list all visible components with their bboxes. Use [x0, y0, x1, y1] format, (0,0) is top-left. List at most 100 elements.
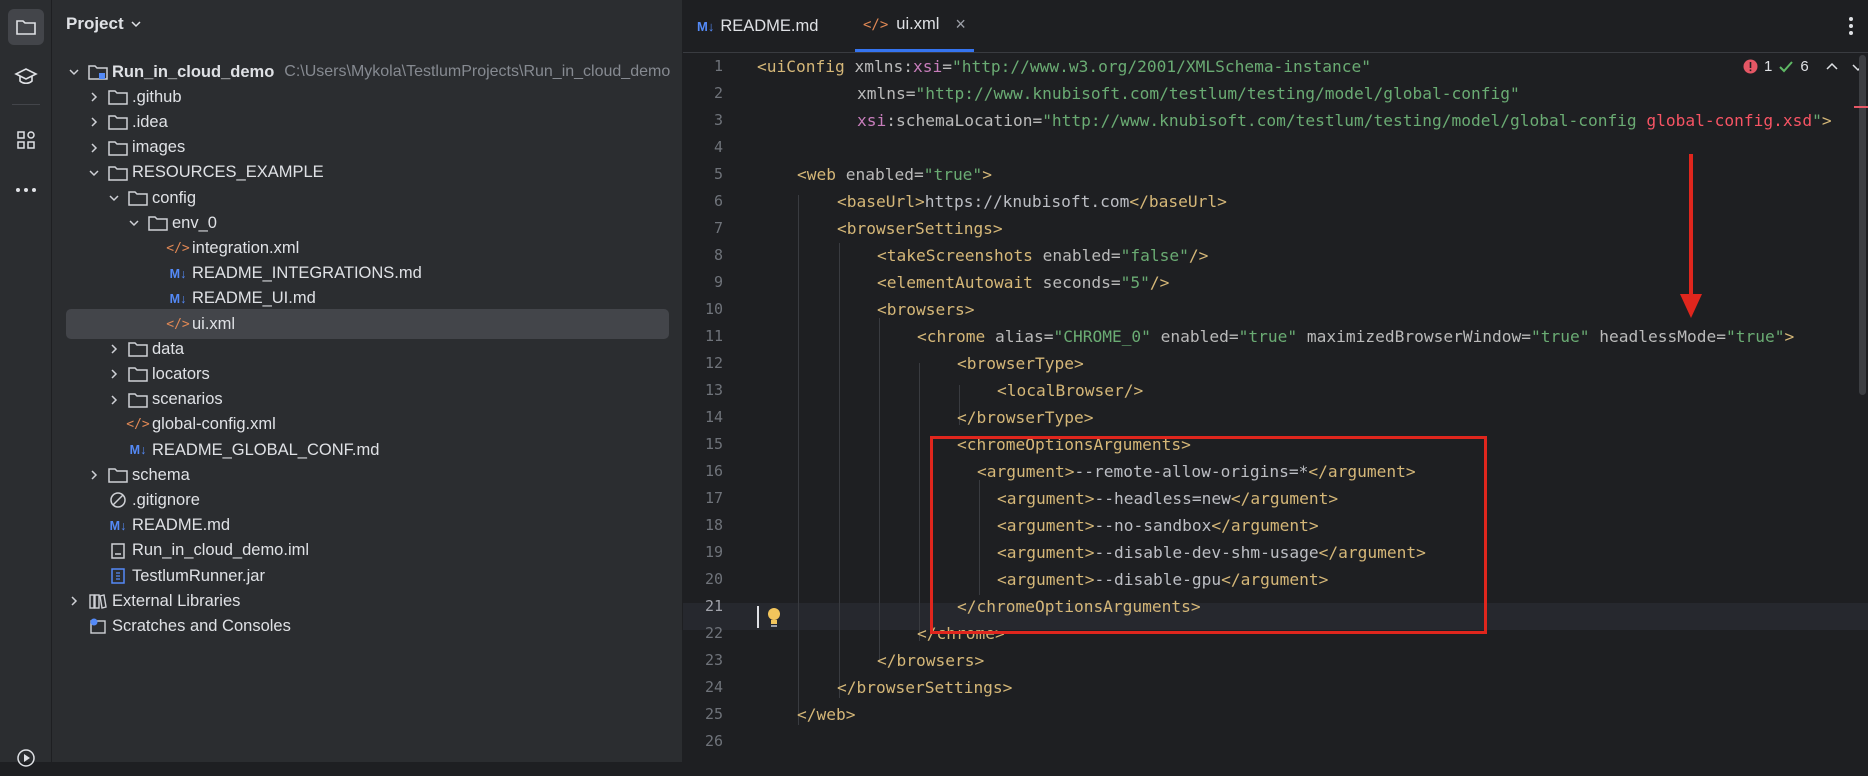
line-number: 26: [704, 732, 723, 750]
folder-icon: [148, 213, 168, 233]
line-number: 23: [704, 651, 723, 669]
folder-icon: [108, 112, 128, 132]
tree-item-label: RESOURCES_EXAMPLE: [132, 163, 324, 182]
tree-item-label: README.md: [132, 516, 231, 535]
chevron-right-icon[interactable]: [66, 593, 82, 609]
line-number: 17: [704, 489, 723, 507]
project-tool-icon[interactable]: [8, 9, 44, 45]
tree-item-label: ui.xml: [192, 314, 236, 333]
project-path: C:\Users\Mykola\TestlumProjects\Run_in_c…: [284, 63, 671, 80]
xml-file-icon: </>: [126, 417, 150, 433]
xml-file-icon: </>: [166, 240, 190, 256]
code-line-13: <localBrowser/>: [997, 381, 1144, 400]
ignore-file-icon: [108, 490, 128, 510]
code-line-9: <elementAutowait seconds="5"/>: [877, 273, 1170, 292]
tree-item-label: config: [152, 188, 197, 207]
line-number: 10: [704, 300, 723, 318]
line-number: 2: [713, 84, 723, 102]
intention-bulb-icon[interactable]: [765, 606, 783, 633]
chevron-right-icon[interactable]: [106, 341, 122, 357]
learn-tool-icon[interactable]: [8, 59, 44, 95]
project-panel-title: Project: [66, 14, 124, 33]
code-content[interactable]: <uiConfig xmlns:xsi="http://www.w3.org/2…: [757, 53, 1832, 724]
chevron-right-icon[interactable]: [86, 140, 102, 156]
code-line-25: </web>: [797, 705, 856, 724]
services-tool-icon[interactable]: [8, 740, 44, 776]
markdown-file-icon: M↓: [109, 518, 127, 533]
chevron-right-icon[interactable]: [86, 114, 102, 130]
error-icon: [1743, 59, 1758, 74]
tree-item-label: README_UI.md: [192, 289, 316, 308]
tab-readme[interactable]: M↓ README.md: [697, 0, 818, 52]
code-line-8: <takeScreenshots enabled="false"/>: [877, 246, 1209, 265]
tree-item-label: Scratches and Consoles: [112, 616, 291, 635]
line-number: 1: [713, 57, 723, 75]
tab-ui-xml[interactable]: </> ui.xml ×: [855, 0, 974, 52]
tree-item-label: schema: [132, 465, 190, 484]
line-number: 22: [704, 624, 723, 642]
more-tools-icon[interactable]: [8, 172, 44, 208]
caret: [757, 606, 759, 628]
code-line-12: <browserType>: [957, 354, 1084, 373]
tree-item-label: Run_in_cloud_demo: [112, 62, 275, 81]
chevron-down-icon[interactable]: [126, 215, 142, 231]
chevron-down-icon[interactable]: [106, 190, 122, 206]
error-stripe-marker[interactable]: [1854, 106, 1868, 108]
xml-file-icon: </>: [166, 316, 190, 332]
chevron-down-icon[interactable]: [66, 64, 82, 80]
xml-file-icon: </>: [863, 16, 889, 33]
code-line-11: <chrome alias="CHROME_0" enabled="true" …: [917, 327, 1795, 346]
chevron-right-icon[interactable]: [86, 89, 102, 105]
line-number: 21: [704, 597, 723, 615]
markdown-file-icon: M↓: [169, 266, 187, 281]
project-panel: Project Run_in_cloud_demo C:\Users\Mykola…: [52, 0, 683, 762]
folder-icon: [128, 364, 148, 384]
tree-item-label: README_INTEGRATIONS.md: [192, 264, 422, 283]
project-panel-header[interactable]: Project: [66, 14, 142, 34]
folder-icon: [128, 390, 148, 410]
line-number: 16: [704, 462, 723, 480]
tree-item-label: scenarios: [152, 390, 223, 409]
chevron-up-icon[interactable]: [1825, 62, 1839, 72]
inspection-widget[interactable]: 1 6: [1743, 58, 1865, 75]
code-line-1: <uiConfig xmlns:xsi="http://www.w3.org/2…: [757, 57, 1372, 76]
chevron-right-icon[interactable]: [106, 366, 122, 382]
chevron-right-icon[interactable]: [106, 392, 122, 408]
tree-item-label: locators: [152, 364, 210, 383]
chevron-down-icon[interactable]: [86, 165, 102, 181]
chevron-down-icon: [131, 21, 141, 28]
iml-file-icon: [108, 541, 128, 561]
structure-tool-icon[interactable]: [8, 122, 44, 158]
code-line-2: xmlns="http://www.knubisoft.com/testlum/…: [857, 84, 1520, 103]
chevron-right-icon[interactable]: [86, 467, 102, 483]
editor-area: M↓ README.md </> ui.xml × 1 2 3 4 5 6 7 8 9 10 11 1…: [683, 0, 1868, 762]
annotation-arrow: [1680, 154, 1702, 318]
code-line-7: <browserSettings>: [837, 219, 1003, 238]
line-number: 3: [713, 111, 723, 129]
markdown-file-icon: M↓: [129, 443, 147, 457]
code-line-6: <baseUrl>https://knubisoft.com</baseUrl>: [837, 192, 1227, 211]
line-number: 7: [713, 219, 723, 237]
line-number: 24: [704, 678, 723, 696]
tree-item-label: .gitignore: [132, 490, 200, 509]
editor-more-icon[interactable]: [1848, 16, 1854, 41]
line-number: 13: [704, 381, 723, 399]
line-number: 20: [704, 570, 723, 588]
tab-ui-xml-label: ui.xml: [896, 15, 940, 33]
code-line-3: xsi:schemaLocation="http://www.knubisoft…: [857, 111, 1832, 130]
tool-window-rail: [0, 0, 52, 767]
line-number: 12: [704, 354, 723, 372]
close-icon[interactable]: ×: [955, 14, 966, 35]
tree-item-label: images: [132, 138, 186, 157]
ok-count: 6: [1800, 58, 1809, 75]
module-folder-icon: [88, 62, 108, 82]
line-number: 6: [713, 192, 723, 210]
tree-item[interactable]: Scratches and Consoles: [66, 611, 669, 641]
tree-item-label: README_GLOBAL_CONF.md: [152, 440, 380, 459]
code-line-24: </browserSettings>: [837, 678, 1013, 697]
